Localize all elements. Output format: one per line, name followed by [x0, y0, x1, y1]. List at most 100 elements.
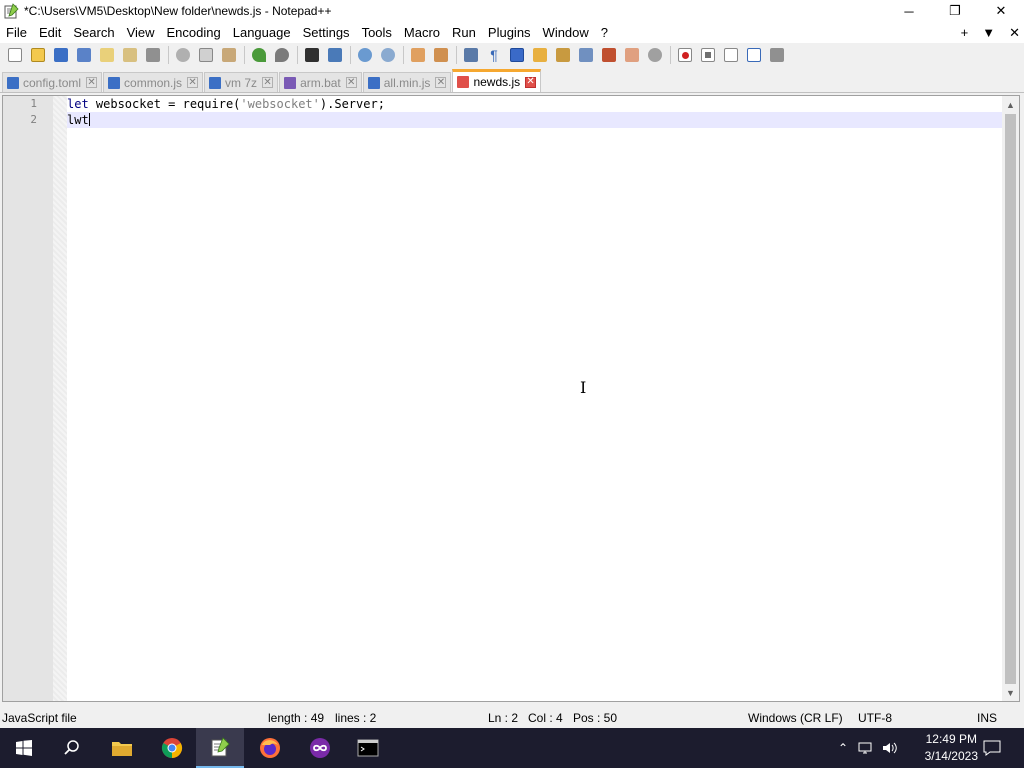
- record-macro-icon[interactable]: [674, 45, 696, 65]
- tab-close-icon[interactable]: ✕: [86, 77, 98, 88]
- status-eol[interactable]: Windows (CR LF): [748, 711, 843, 725]
- start-button[interactable]: [0, 728, 48, 768]
- print-icon[interactable]: [142, 45, 164, 65]
- editor-area[interactable]: 1 2 let websocket = require('websocket')…: [2, 95, 1020, 702]
- new-file-icon[interactable]: [4, 45, 26, 65]
- tab-close-icon[interactable]: ✕: [435, 77, 447, 88]
- sync-v-icon[interactable]: [407, 45, 429, 65]
- save-macro-icon[interactable]: [766, 45, 788, 65]
- status-ln: Ln : 2: [488, 711, 519, 725]
- tab-arm-bat[interactable]: arm.bat ✕: [279, 72, 362, 92]
- doc-map-icon[interactable]: [552, 45, 574, 65]
- title-bar: *C:\Users\VM5\Desktop\New folder\newds.j…: [0, 0, 1024, 22]
- redo-icon[interactable]: [271, 45, 293, 65]
- run-multiple-icon[interactable]: [743, 45, 765, 65]
- tab-close-icon[interactable]: ✕: [262, 77, 274, 88]
- new-tab-plus-button[interactable]: +: [961, 25, 969, 40]
- menu-settings[interactable]: Settings: [297, 22, 356, 43]
- tab-close-icon[interactable]: ✕: [525, 76, 537, 88]
- network-icon[interactable]: [858, 741, 874, 755]
- word-wrap-icon[interactable]: [460, 45, 482, 65]
- current-code-line[interactable]: lwt: [67, 112, 1003, 128]
- scroll-up-arrow-icon[interactable]: ▲: [1002, 96, 1019, 113]
- function-list-icon[interactable]: [598, 45, 620, 65]
- status-encoding[interactable]: UTF-8: [858, 711, 892, 725]
- menu-run[interactable]: Run: [446, 22, 482, 43]
- menu-tools[interactable]: Tools: [356, 22, 398, 43]
- toolbar-separator: [403, 46, 404, 64]
- menu-view[interactable]: View: [121, 22, 161, 43]
- minimize-button[interactable]: ─: [886, 0, 932, 22]
- doc-list-icon[interactable]: [575, 45, 597, 65]
- unsaved-file-icon: [457, 76, 470, 88]
- tab-label: common.js: [124, 75, 183, 90]
- file-explorer-taskbar-button[interactable]: [98, 728, 146, 768]
- zoom-out-icon[interactable]: [377, 45, 399, 65]
- replace-icon[interactable]: [324, 45, 346, 65]
- save-icon[interactable]: [50, 45, 72, 65]
- text-caret: [88, 113, 90, 126]
- code-lines[interactable]: let websocket = require('websocket').Ser…: [67, 96, 1003, 128]
- terminal-taskbar-button[interactable]: [344, 728, 392, 768]
- tab-vm-7z[interactable]: vm 7z ✕: [204, 72, 279, 92]
- tab-newds-js[interactable]: newds.js ✕: [452, 69, 542, 92]
- firefox-icon: [260, 738, 280, 758]
- menu-edit[interactable]: Edit: [33, 22, 67, 43]
- menu-encoding[interactable]: Encoding: [161, 22, 227, 43]
- cut-icon[interactable]: [172, 45, 194, 65]
- fold-margin[interactable]: [53, 96, 67, 701]
- ibeam-cursor-icon: I: [580, 378, 587, 397]
- monitoring-icon[interactable]: [644, 45, 666, 65]
- menu-file[interactable]: File: [0, 22, 33, 43]
- menu-help[interactable]: ?: [595, 22, 614, 43]
- stop-record-icon[interactable]: [697, 45, 719, 65]
- save-all-icon[interactable]: [73, 45, 95, 65]
- tab-config-toml[interactable]: config.toml ✕: [2, 72, 103, 92]
- tab-all-min-js[interactable]: all.min.js ✕: [362, 72, 452, 92]
- show-hidden-icons-icon[interactable]: ⌃: [838, 741, 848, 755]
- tab-list-dropdown-button[interactable]: ▼: [982, 25, 995, 40]
- menu-search[interactable]: Search: [67, 22, 120, 43]
- close-doc-button[interactable]: ✕: [1009, 25, 1020, 41]
- menu-language[interactable]: Language: [227, 22, 297, 43]
- toolbar-separator: [297, 46, 298, 64]
- action-center-button[interactable]: [968, 728, 1016, 768]
- vertical-scrollbar[interactable]: ▲ ▼: [1002, 96, 1019, 701]
- restore-button[interactable]: ❐: [932, 0, 978, 22]
- close-icon[interactable]: [96, 45, 118, 65]
- menu-window[interactable]: Window: [537, 22, 595, 43]
- zoom-in-icon[interactable]: [354, 45, 376, 65]
- sync-h-icon[interactable]: [430, 45, 452, 65]
- volume-icon[interactable]: [882, 741, 898, 755]
- status-insert-mode[interactable]: INS: [977, 711, 997, 725]
- open-file-icon[interactable]: [27, 45, 49, 65]
- app-taskbar-button[interactable]: [296, 728, 344, 768]
- udl-icon[interactable]: [529, 45, 551, 65]
- close-button[interactable]: ✕: [978, 0, 1024, 22]
- undo-icon[interactable]: [248, 45, 270, 65]
- search-taskbar-button[interactable]: [48, 728, 96, 768]
- copy-icon[interactable]: [195, 45, 217, 65]
- status-pos: Pos : 50: [573, 711, 618, 725]
- chrome-taskbar-button[interactable]: [148, 728, 196, 768]
- paste-icon[interactable]: [218, 45, 240, 65]
- menu-macro[interactable]: Macro: [398, 22, 446, 43]
- scroll-thumb[interactable]: [1005, 114, 1016, 684]
- tab-close-icon[interactable]: ✕: [187, 77, 199, 88]
- tab-common-js[interactable]: common.js ✕: [103, 72, 204, 92]
- code-token: ).Server;: [319, 97, 385, 111]
- menu-plugins[interactable]: Plugins: [482, 22, 537, 43]
- saved-file-icon: [284, 76, 297, 89]
- find-icon[interactable]: [301, 45, 323, 65]
- scroll-down-arrow-icon[interactable]: ▼: [1002, 684, 1019, 701]
- show-all-chars-icon[interactable]: ¶: [483, 45, 505, 65]
- close-all-icon[interactable]: [119, 45, 141, 65]
- indent-guide-icon[interactable]: [506, 45, 528, 65]
- toolbar: ¶: [0, 43, 1024, 67]
- tab-close-icon[interactable]: ✕: [345, 77, 357, 88]
- firefox-taskbar-button[interactable]: [246, 728, 294, 768]
- folder-workspace-icon[interactable]: [621, 45, 643, 65]
- code-line[interactable]: let websocket = require('websocket').Ser…: [67, 96, 1003, 112]
- notepadpp-taskbar-button[interactable]: [196, 728, 244, 768]
- play-macro-icon[interactable]: [720, 45, 742, 65]
